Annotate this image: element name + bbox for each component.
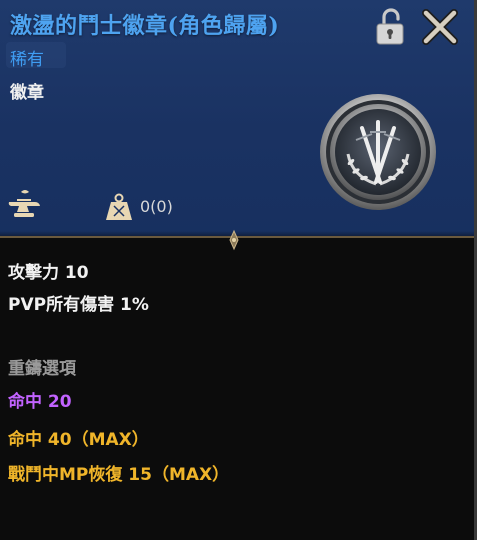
item-category: 徽章 xyxy=(10,83,44,103)
divider-ornament-icon xyxy=(229,229,239,251)
weight-icon xyxy=(106,193,132,220)
reforge-option: 命中 20 xyxy=(8,392,72,412)
reforge-section-title: 重鑄選項 xyxy=(8,359,76,379)
weight-value: 0(0) xyxy=(140,197,173,216)
item-title: 激盪的鬥士徽章(角色歸屬) xyxy=(10,13,280,39)
reforge-option: 戰鬥中MP恢復 15（MAX） xyxy=(8,465,230,485)
item-tooltip-panel: 激盪的鬥士徽章(角色歸屬) 稀有 徽章 0(0) 攻擊力 10 PVP所有傷害 … xyxy=(0,0,477,540)
stat-attack: 攻擊力 10 xyxy=(8,263,89,283)
reforge-option: 命中 40（MAX） xyxy=(8,430,149,450)
anvil-icon xyxy=(8,190,40,217)
unlock-icon[interactable] xyxy=(374,8,406,46)
stat-pvp-damage: PVP所有傷害 1% xyxy=(8,295,149,315)
item-rarity: 稀有 xyxy=(10,50,44,70)
fighter-emblem-icon xyxy=(320,94,436,210)
close-icon[interactable] xyxy=(420,7,460,47)
item-header: 激盪的鬥士徽章(角色歸屬) 稀有 徽章 0(0) xyxy=(0,0,474,238)
